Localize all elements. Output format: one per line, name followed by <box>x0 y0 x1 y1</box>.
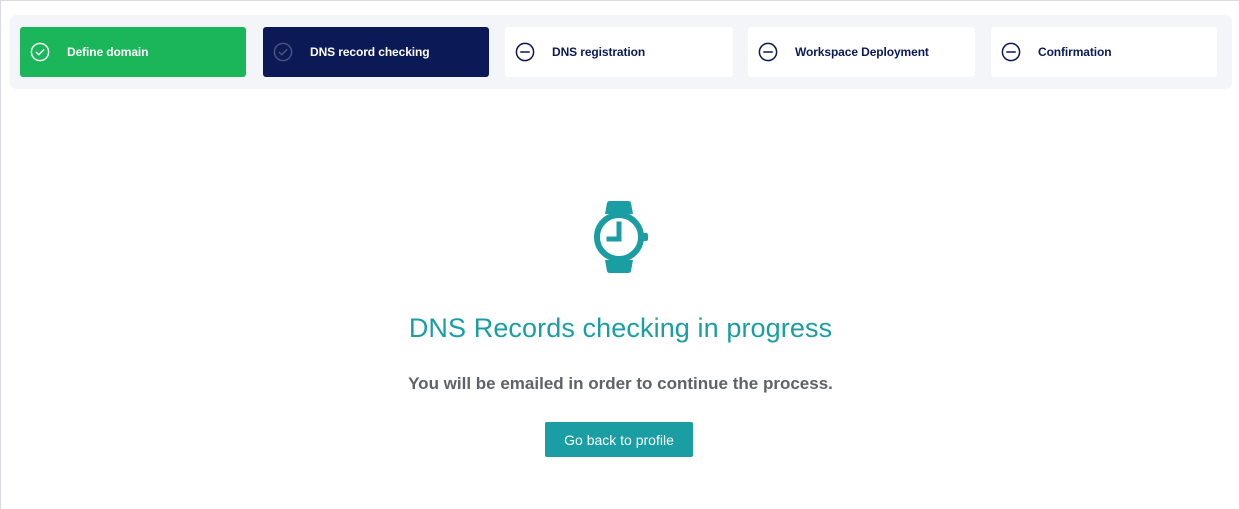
step-workspace-deployment[interactable]: Workspace Deployment <box>748 27 975 77</box>
step-dns-registration[interactable]: DNS registration <box>505 27 733 77</box>
minus-circle-icon <box>1001 42 1021 62</box>
minus-circle-icon <box>515 42 535 62</box>
step-label: Define domain <box>67 45 149 59</box>
status-subtitle: You will be emailed in order to continue… <box>408 374 833 393</box>
minus-circle-icon <box>758 42 778 62</box>
watch-icon <box>588 200 650 274</box>
step-label: Workspace Deployment <box>795 45 929 59</box>
step-label: DNS registration <box>552 45 646 59</box>
step-label: Confirmation <box>1038 45 1112 59</box>
step-confirmation[interactable]: Confirmation <box>991 27 1217 77</box>
check-circle-icon <box>30 42 50 62</box>
status-title: DNS Records checking in progress <box>408 313 833 343</box>
progress-stepper: Define domain DNS record checking DNS re… <box>10 15 1232 89</box>
page-frame: Define domain DNS record checking DNS re… <box>0 0 1239 509</box>
step-dns-record-checking[interactable]: DNS record checking <box>263 27 489 77</box>
step-label: DNS record checking <box>310 45 430 59</box>
go-back-to-profile-button[interactable]: Go back to profile <box>545 422 693 457</box>
step-define-domain[interactable]: Define domain <box>20 27 246 77</box>
check-circle-icon <box>273 42 293 62</box>
